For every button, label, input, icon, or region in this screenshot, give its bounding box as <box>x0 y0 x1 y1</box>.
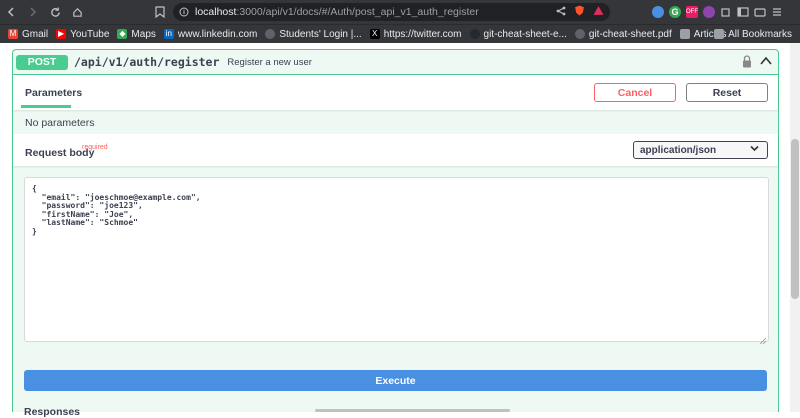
content-type-select[interactable]: application/json <box>633 141 768 159</box>
bookmark-label: https://twitter.com <box>383 28 462 40</box>
back-icon[interactable] <box>0 0 22 24</box>
operation-block: POST /api/v1/auth/register Register a ne… <box>12 49 779 412</box>
parameters-header: Parameters Cancel Reset <box>13 75 778 110</box>
swagger-page: POST /api/v1/auth/register Register a ne… <box>0 43 790 412</box>
bookmark-label: YouTube <box>70 28 110 40</box>
vertical-scrollbar[interactable] <box>790 43 800 412</box>
youtube-icon: ▶ <box>56 29 67 39</box>
request-body-editor[interactable]: { "email": "joeschmoe@example.com", "pas… <box>24 177 769 345</box>
bookmark-linkedin[interactable]: in www.linkedin.com <box>163 28 258 40</box>
url-path: :3000/api/v1/docs/#/Auth/post_api_v1_aut… <box>236 6 479 18</box>
execute-button[interactable]: Execute <box>24 370 767 391</box>
tab-underline <box>21 105 71 108</box>
bookmarks-bar: M Gmail ▶ YouTube ◆ Maps in www.linkedin.com… <box>0 24 800 43</box>
globe-icon <box>574 29 585 39</box>
x-icon: X <box>369 29 380 39</box>
reset-button[interactable]: Reset <box>686 83 768 102</box>
required-label: required <box>82 144 108 151</box>
share-icon[interactable] <box>556 5 566 19</box>
bookmark-star-icon[interactable] <box>155 0 165 24</box>
responses-heading: Responses <box>24 406 81 418</box>
bookmark-label: git-cheat-sheet-e... <box>483 28 567 40</box>
content-type-value: application/json <box>640 144 717 156</box>
bookmark-label: Gmail <box>22 28 49 40</box>
operation-path: /api/v1/auth/register <box>74 55 220 69</box>
forward-icon[interactable] <box>22 0 44 24</box>
bookmark-label: Maps <box>131 28 156 40</box>
bookmark-twitter[interactable]: Xhttps://twitter.com <box>369 28 462 40</box>
bookmark-label: www.linkedin.com <box>177 28 258 40</box>
bookmark-label: Students' Login |... <box>279 28 362 40</box>
all-bookmarks[interactable]: All Bookmarks <box>714 25 792 43</box>
bookmarks-panel-icon[interactable] <box>737 6 749 18</box>
grammarly-icon[interactable]: G <box>669 6 681 18</box>
method-badge: POST <box>16 54 68 70</box>
folder-icon <box>679 29 690 39</box>
gmail-icon: M <box>8 29 18 39</box>
url-text: localhost:3000/api/v1/docs/#/Auth/post_a… <box>195 6 479 18</box>
bookmark-gmail[interactable]: M Gmail <box>8 29 48 40</box>
extension-icon-2[interactable] <box>703 6 715 18</box>
request-body-header: Request body required application/json <box>13 134 778 166</box>
menu-icon[interactable] <box>771 6 783 18</box>
github-icon <box>469 29 480 39</box>
brave-shield-icon[interactable] <box>574 5 585 19</box>
url-host: localhost <box>195 6 237 18</box>
no-parameters-text: No parameters <box>25 117 95 129</box>
tab-parameters[interactable]: Parameters <box>25 87 82 99</box>
folder-icon <box>714 29 725 39</box>
bookmark-git-cheat-sheet-e[interactable]: git-cheat-sheet-e... <box>469 28 567 40</box>
resize-handle-icon[interactable] <box>759 333 767 345</box>
bookmark-students-login[interactable]: Students' Login |... <box>265 28 362 40</box>
extensions-puzzle-icon[interactable] <box>720 6 732 18</box>
brave-rewards-icon[interactable] <box>593 5 604 19</box>
bookmark-maps[interactable]: ◆ Maps <box>117 28 156 40</box>
extension-icon[interactable] <box>652 6 664 18</box>
address-bar[interactable]: localhost:3000/api/v1/docs/#/Auth/post_a… <box>173 3 610 21</box>
chevron-down-icon <box>750 144 759 155</box>
request-body-json[interactable]: { "email": "joeschmoe@example.com", "pas… <box>32 184 201 237</box>
wallet-icon[interactable] <box>754 6 766 18</box>
operation-description: Register a new user <box>227 56 312 68</box>
operation-summary[interactable]: POST /api/v1/auth/register Register a ne… <box>13 50 778 75</box>
off-extension-icon[interactable]: OFF <box>686 6 698 18</box>
bookmark-label: git-cheat-sheet.pdf <box>588 28 672 40</box>
maps-icon: ◆ <box>117 29 128 39</box>
all-bookmarks-label: All Bookmarks <box>728 28 792 40</box>
browser-toolbar: localhost:3000/api/v1/docs/#/Auth/post_a… <box>0 0 800 24</box>
site-info-icon[interactable] <box>179 7 189 17</box>
chevron-up-icon[interactable] <box>760 55 772 67</box>
cancel-button[interactable]: Cancel <box>594 83 676 102</box>
home-icon[interactable] <box>66 0 88 24</box>
bookmark-git-cheat-sheet-pdf[interactable]: git-cheat-sheet.pdf <box>574 28 672 40</box>
bookmark-youtube[interactable]: ▶ YouTube <box>56 29 109 40</box>
extensions-area: G OFF <box>652 3 783 21</box>
linkedin-icon: in <box>163 29 174 39</box>
globe-icon <box>265 29 276 39</box>
reload-icon[interactable] <box>44 0 66 24</box>
lock-icon[interactable] <box>742 55 752 69</box>
scrollbar-thumb[interactable] <box>791 139 799 299</box>
